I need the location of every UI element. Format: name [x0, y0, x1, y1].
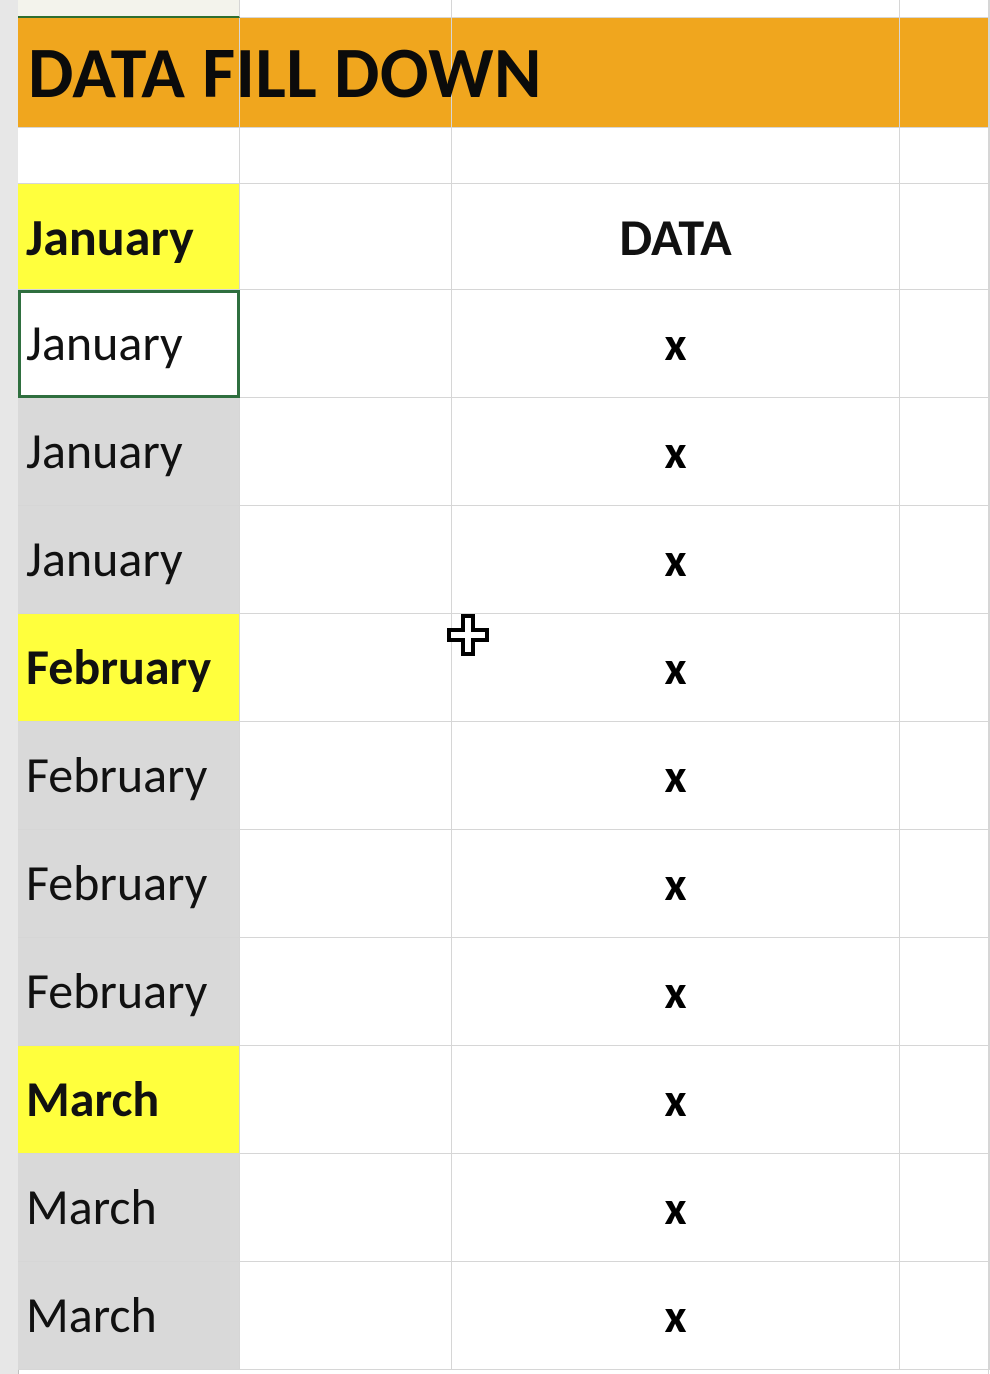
month-cell-text: February: [26, 745, 207, 806]
column-header-data-text: DATA: [619, 205, 731, 269]
month-cell-text: January: [26, 313, 183, 374]
month-cell-text: February: [26, 853, 207, 914]
cell[interactable]: [240, 184, 452, 290]
cell[interactable]: [900, 614, 990, 722]
month-cell[interactable]: February: [18, 938, 240, 1046]
cell[interactable]: [900, 1262, 990, 1370]
table-row: February x: [18, 722, 990, 830]
month-header-january[interactable]: January: [18, 184, 240, 290]
page-title-text: DATA FILL DOWN: [28, 29, 542, 117]
data-cell-text: x: [664, 746, 686, 805]
cell[interactable]: [900, 1154, 990, 1262]
cell[interactable]: [900, 398, 990, 506]
data-cell[interactable]: x: [452, 830, 900, 938]
month-cell[interactable]: January: [18, 506, 240, 614]
month-cell-text: March: [26, 1285, 157, 1346]
data-cell-text: x: [664, 1286, 686, 1345]
data-cell-text: x: [664, 1178, 686, 1237]
cell[interactable]: [240, 830, 452, 938]
cell[interactable]: [900, 0, 990, 18]
table-row: February x: [18, 614, 990, 722]
table-row: March x: [18, 1154, 990, 1262]
month-cell-text: February: [26, 637, 211, 698]
month-cell[interactable]: February: [18, 614, 240, 722]
table-row: March x: [18, 1046, 990, 1154]
table-row: January x: [18, 290, 990, 398]
month-cell[interactable]: January: [18, 398, 240, 506]
month-cell-text: February: [26, 961, 207, 1022]
month-cell[interactable]: March: [18, 1262, 240, 1370]
row-header-gutter: [0, 0, 19, 1374]
data-cell[interactable]: x: [452, 1154, 900, 1262]
month-cell-text: March: [26, 1069, 159, 1130]
data-cell-text: x: [664, 638, 686, 697]
month-cell[interactable]: March: [18, 1046, 240, 1154]
table-row: January x: [18, 398, 990, 506]
cell[interactable]: [240, 0, 452, 18]
cell[interactable]: [900, 830, 990, 938]
cell[interactable]: [240, 290, 452, 398]
data-cell-text: x: [664, 1070, 686, 1129]
month-cell-text: January: [26, 529, 183, 590]
cell[interactable]: [240, 1262, 452, 1370]
column-header-data[interactable]: DATA: [452, 184, 900, 290]
page-title[interactable]: DATA FILL DOWN: [18, 18, 240, 128]
month-cell-text: March: [26, 1177, 157, 1238]
data-cell[interactable]: x: [452, 1262, 900, 1370]
data-rows: JanuaryxJanuaryxJanuaryxFebruaryxFebruar…: [18, 290, 990, 1370]
cell[interactable]: [900, 128, 990, 184]
table-row: March x: [18, 1262, 990, 1370]
cell[interactable]: [900, 1046, 990, 1154]
data-cell[interactable]: x: [452, 506, 900, 614]
data-cell[interactable]: x: [452, 1046, 900, 1154]
cell[interactable]: [900, 290, 990, 398]
data-cell-text: x: [664, 530, 686, 589]
cell[interactable]: [240, 398, 452, 506]
cell[interactable]: [240, 506, 452, 614]
cell[interactable]: [240, 614, 452, 722]
data-cell[interactable]: x: [452, 938, 900, 1046]
cell[interactable]: [240, 722, 452, 830]
month-cell[interactable]: February: [18, 830, 240, 938]
data-cell-text: x: [664, 314, 686, 373]
month-cell[interactable]: January: [18, 290, 240, 398]
data-cell[interactable]: x: [452, 722, 900, 830]
data-cell[interactable]: x: [452, 398, 900, 506]
title-row: DATA FILL DOWN: [18, 18, 990, 128]
month-cell[interactable]: February: [18, 722, 240, 830]
table-row: February x: [18, 830, 990, 938]
data-cell-text: x: [664, 962, 686, 1021]
data-cell[interactable]: x: [452, 614, 900, 722]
cell[interactable]: [240, 128, 452, 184]
cell[interactable]: [452, 128, 900, 184]
cell[interactable]: [18, 128, 240, 184]
cell[interactable]: [240, 1154, 452, 1262]
column-header-row: January DATA: [18, 184, 990, 290]
month-header-text: January: [26, 205, 194, 269]
cell[interactable]: [900, 506, 990, 614]
data-cell[interactable]: x: [452, 290, 900, 398]
cell[interactable]: [240, 1046, 452, 1154]
data-cell-text: x: [664, 854, 686, 913]
table-row: February x: [18, 938, 990, 1046]
spacer-row: [18, 128, 990, 184]
cell[interactable]: [18, 0, 240, 18]
month-cell-text: January: [26, 421, 183, 482]
partial-row-top: [18, 0, 990, 18]
table-row: January x: [18, 506, 990, 614]
spreadsheet-viewport: DATA FILL DOWN January DATA JanuaryxJanu…: [0, 0, 990, 1374]
title-merge[interactable]: [900, 18, 990, 128]
cell[interactable]: [900, 938, 990, 1046]
month-cell[interactable]: March: [18, 1154, 240, 1262]
cell[interactable]: [240, 938, 452, 1046]
data-cell-text: x: [664, 422, 686, 481]
cell[interactable]: [452, 0, 900, 18]
cell[interactable]: [900, 722, 990, 830]
cell[interactable]: [900, 184, 990, 290]
